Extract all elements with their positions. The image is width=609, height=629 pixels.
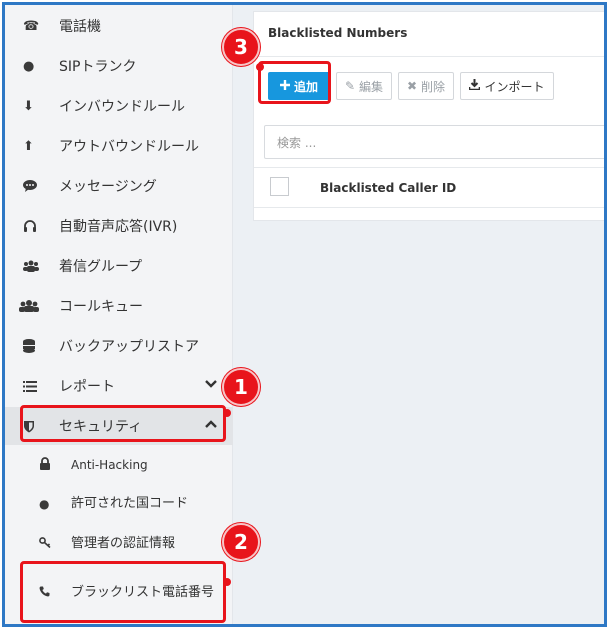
edit-button[interactable]: ✎ 編集	[336, 72, 392, 100]
arrow-up-icon: ⬆	[23, 138, 34, 154]
annotation-badge-2: 2	[222, 523, 260, 561]
sidebar-item-messaging[interactable]: メッセージング	[5, 167, 233, 205]
search-input[interactable]: 検索 ...	[264, 125, 604, 159]
sidebar-item-ivr[interactable]: 自動音声応答(IVR)	[5, 207, 233, 245]
close-icon: ✖	[406, 79, 418, 93]
headset-icon	[23, 219, 59, 233]
sidebar-subitem-admin-credentials[interactable]: 管理者の認証情報	[5, 532, 233, 556]
select-all-checkbox[interactable]	[270, 177, 289, 196]
database-icon	[23, 339, 59, 353]
sidebar-subitem-anti-hacking[interactable]: Anti-Hacking	[5, 453, 233, 477]
lock-icon	[39, 457, 71, 473]
annotation-badge-1: 1	[222, 368, 260, 406]
blacklist-panel: Blacklisted Numbers 追加 ✎ 編集 ✖ 削除 インポート 検…	[253, 11, 604, 221]
annotation-dot	[223, 578, 231, 586]
globe-icon: ●	[23, 58, 35, 74]
divider	[254, 56, 604, 57]
sidebar-item-backup-restore[interactable]: バックアップリストア	[5, 327, 233, 365]
screenshot-frame: ☎ 電話機 ● SIPトランク ⬇ インバウンドルール ⬆ アウトバウンドルール…	[2, 2, 607, 627]
annotation-dot	[256, 63, 264, 71]
group-icon	[23, 260, 59, 272]
highlight-add-button	[258, 61, 331, 104]
highlight-blacklisted-numbers	[20, 561, 226, 623]
chat-icon	[23, 180, 59, 192]
sidebar: ☎ 電話機 ● SIPトランク ⬇ インバウンドルール ⬆ アウトバウンドルール…	[5, 5, 233, 624]
highlight-security	[20, 405, 226, 442]
column-header-caller-id: Blacklisted Caller ID	[320, 181, 457, 195]
divider	[254, 167, 604, 168]
users-icon	[19, 300, 59, 312]
pencil-icon: ✎	[344, 79, 356, 93]
phone-desk-icon: ☎	[23, 18, 40, 34]
annotation-badge-3: 3	[222, 28, 260, 66]
download-icon	[469, 79, 481, 93]
divider	[254, 207, 604, 208]
globe-icon: ●	[39, 497, 50, 511]
sidebar-item-call-queue[interactable]: コールキュー	[5, 287, 233, 325]
import-button[interactable]: インポート	[460, 72, 554, 100]
sidebar-item-phones[interactable]: ☎ 電話機	[5, 7, 233, 45]
chevron-down-icon	[205, 377, 217, 391]
page-title: Blacklisted Numbers	[268, 26, 408, 40]
sidebar-item-sip-trunk[interactable]: ● SIPトランク	[5, 47, 233, 85]
sidebar-item-inbound-rules[interactable]: ⬇ インバウンドルール	[5, 87, 233, 125]
sidebar-item-outbound-rules[interactable]: ⬆ アウトバウンドルール	[5, 127, 233, 165]
delete-button[interactable]: ✖ 削除	[398, 72, 454, 100]
sidebar-item-ring-groups[interactable]: 着信グループ	[5, 247, 233, 285]
arrow-down-icon: ⬇	[23, 98, 34, 114]
key-icon	[39, 537, 71, 551]
list-icon	[23, 380, 59, 392]
sidebar-subitem-allowed-country-codes[interactable]: ● 許可された国コード	[5, 492, 233, 516]
sidebar-item-reports[interactable]: レポート	[5, 367, 233, 405]
annotation-dot	[223, 409, 231, 417]
